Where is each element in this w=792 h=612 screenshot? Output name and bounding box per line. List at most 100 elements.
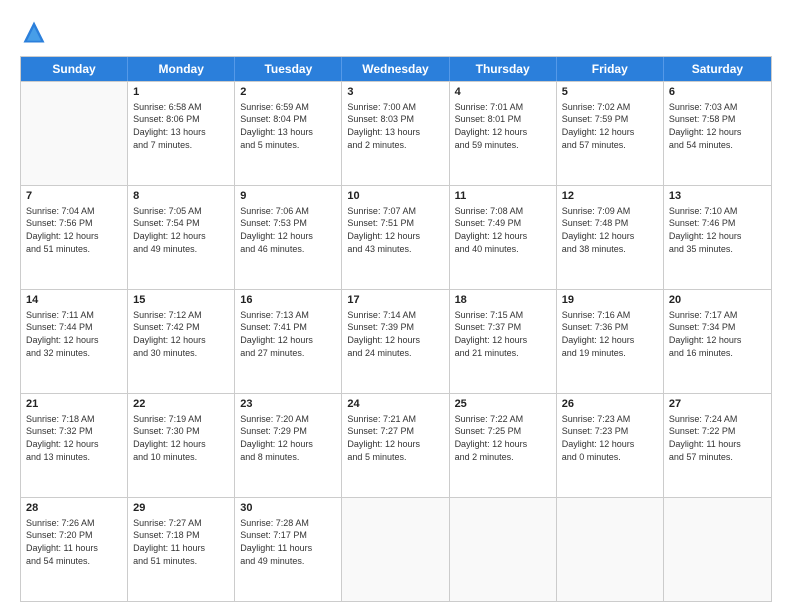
day-number: 30 bbox=[240, 501, 336, 516]
logo-icon bbox=[20, 18, 48, 46]
calendar-cell-r1c1 bbox=[21, 82, 128, 185]
cell-info: Sunrise: 7:26 AM Sunset: 7:20 PM Dayligh… bbox=[26, 517, 122, 567]
weekday-header-friday: Friday bbox=[557, 57, 664, 81]
day-number: 13 bbox=[669, 189, 766, 204]
day-number: 28 bbox=[26, 501, 122, 516]
cell-info: Sunrise: 7:23 AM Sunset: 7:23 PM Dayligh… bbox=[562, 413, 658, 463]
calendar-cell-r1c7: 6Sunrise: 7:03 AM Sunset: 7:58 PM Daylig… bbox=[664, 82, 771, 185]
calendar-cell-r2c1: 7Sunrise: 7:04 AM Sunset: 7:56 PM Daylig… bbox=[21, 186, 128, 289]
day-number: 11 bbox=[455, 189, 551, 204]
day-number: 21 bbox=[26, 397, 122, 412]
cell-info: Sunrise: 7:19 AM Sunset: 7:30 PM Dayligh… bbox=[133, 413, 229, 463]
day-number: 22 bbox=[133, 397, 229, 412]
calendar-cell-r4c4: 24Sunrise: 7:21 AM Sunset: 7:27 PM Dayli… bbox=[342, 394, 449, 497]
calendar-cell-r2c7: 13Sunrise: 7:10 AM Sunset: 7:46 PM Dayli… bbox=[664, 186, 771, 289]
cell-info: Sunrise: 7:00 AM Sunset: 8:03 PM Dayligh… bbox=[347, 101, 443, 151]
calendar-cell-r3c7: 20Sunrise: 7:17 AM Sunset: 7:34 PM Dayli… bbox=[664, 290, 771, 393]
calendar-cell-r5c1: 28Sunrise: 7:26 AM Sunset: 7:20 PM Dayli… bbox=[21, 498, 128, 601]
day-number: 9 bbox=[240, 189, 336, 204]
calendar-cell-r3c4: 17Sunrise: 7:14 AM Sunset: 7:39 PM Dayli… bbox=[342, 290, 449, 393]
cell-info: Sunrise: 7:08 AM Sunset: 7:49 PM Dayligh… bbox=[455, 205, 551, 255]
day-number: 12 bbox=[562, 189, 658, 204]
header bbox=[20, 18, 772, 46]
cell-info: Sunrise: 7:04 AM Sunset: 7:56 PM Dayligh… bbox=[26, 205, 122, 255]
weekday-header-wednesday: Wednesday bbox=[342, 57, 449, 81]
calendar-cell-r5c3: 30Sunrise: 7:28 AM Sunset: 7:17 PM Dayli… bbox=[235, 498, 342, 601]
calendar-cell-r4c3: 23Sunrise: 7:20 AM Sunset: 7:29 PM Dayli… bbox=[235, 394, 342, 497]
calendar: SundayMondayTuesdayWednesdayThursdayFrid… bbox=[20, 56, 772, 602]
cell-info: Sunrise: 7:07 AM Sunset: 7:51 PM Dayligh… bbox=[347, 205, 443, 255]
calendar-cell-r2c5: 11Sunrise: 7:08 AM Sunset: 7:49 PM Dayli… bbox=[450, 186, 557, 289]
calendar-cell-r2c4: 10Sunrise: 7:07 AM Sunset: 7:51 PM Dayli… bbox=[342, 186, 449, 289]
calendar-row-4: 21Sunrise: 7:18 AM Sunset: 7:32 PM Dayli… bbox=[21, 393, 771, 497]
weekday-header-monday: Monday bbox=[128, 57, 235, 81]
day-number: 16 bbox=[240, 293, 336, 308]
day-number: 23 bbox=[240, 397, 336, 412]
calendar-row-2: 7Sunrise: 7:04 AM Sunset: 7:56 PM Daylig… bbox=[21, 185, 771, 289]
cell-info: Sunrise: 7:20 AM Sunset: 7:29 PM Dayligh… bbox=[240, 413, 336, 463]
cell-info: Sunrise: 7:22 AM Sunset: 7:25 PM Dayligh… bbox=[455, 413, 551, 463]
day-number: 10 bbox=[347, 189, 443, 204]
cell-info: Sunrise: 7:02 AM Sunset: 7:59 PM Dayligh… bbox=[562, 101, 658, 151]
cell-info: Sunrise: 6:59 AM Sunset: 8:04 PM Dayligh… bbox=[240, 101, 336, 151]
day-number: 29 bbox=[133, 501, 229, 516]
day-number: 26 bbox=[562, 397, 658, 412]
day-number: 14 bbox=[26, 293, 122, 308]
page: SundayMondayTuesdayWednesdayThursdayFrid… bbox=[0, 0, 792, 612]
calendar-cell-r1c6: 5Sunrise: 7:02 AM Sunset: 7:59 PM Daylig… bbox=[557, 82, 664, 185]
calendar-cell-r5c4 bbox=[342, 498, 449, 601]
calendar-row-3: 14Sunrise: 7:11 AM Sunset: 7:44 PM Dayli… bbox=[21, 289, 771, 393]
cell-info: Sunrise: 7:17 AM Sunset: 7:34 PM Dayligh… bbox=[669, 309, 766, 359]
logo bbox=[20, 18, 52, 46]
day-number: 5 bbox=[562, 85, 658, 100]
calendar-cell-r4c6: 26Sunrise: 7:23 AM Sunset: 7:23 PM Dayli… bbox=[557, 394, 664, 497]
calendar-cell-r3c5: 18Sunrise: 7:15 AM Sunset: 7:37 PM Dayli… bbox=[450, 290, 557, 393]
day-number: 17 bbox=[347, 293, 443, 308]
calendar-cell-r4c5: 25Sunrise: 7:22 AM Sunset: 7:25 PM Dayli… bbox=[450, 394, 557, 497]
calendar-body: 1Sunrise: 6:58 AM Sunset: 8:06 PM Daylig… bbox=[21, 81, 771, 601]
day-number: 7 bbox=[26, 189, 122, 204]
weekday-header-saturday: Saturday bbox=[664, 57, 771, 81]
cell-info: Sunrise: 7:03 AM Sunset: 7:58 PM Dayligh… bbox=[669, 101, 766, 151]
cell-info: Sunrise: 7:16 AM Sunset: 7:36 PM Dayligh… bbox=[562, 309, 658, 359]
cell-info: Sunrise: 7:15 AM Sunset: 7:37 PM Dayligh… bbox=[455, 309, 551, 359]
cell-info: Sunrise: 7:11 AM Sunset: 7:44 PM Dayligh… bbox=[26, 309, 122, 359]
cell-info: Sunrise: 7:13 AM Sunset: 7:41 PM Dayligh… bbox=[240, 309, 336, 359]
calendar-cell-r1c2: 1Sunrise: 6:58 AM Sunset: 8:06 PM Daylig… bbox=[128, 82, 235, 185]
cell-info: Sunrise: 7:14 AM Sunset: 7:39 PM Dayligh… bbox=[347, 309, 443, 359]
cell-info: Sunrise: 7:10 AM Sunset: 7:46 PM Dayligh… bbox=[669, 205, 766, 255]
calendar-cell-r5c7 bbox=[664, 498, 771, 601]
day-number: 27 bbox=[669, 397, 766, 412]
calendar-row-5: 28Sunrise: 7:26 AM Sunset: 7:20 PM Dayli… bbox=[21, 497, 771, 601]
day-number: 15 bbox=[133, 293, 229, 308]
calendar-cell-r1c4: 3Sunrise: 7:00 AM Sunset: 8:03 PM Daylig… bbox=[342, 82, 449, 185]
cell-info: Sunrise: 7:21 AM Sunset: 7:27 PM Dayligh… bbox=[347, 413, 443, 463]
cell-info: Sunrise: 7:06 AM Sunset: 7:53 PM Dayligh… bbox=[240, 205, 336, 255]
calendar-cell-r1c3: 2Sunrise: 6:59 AM Sunset: 8:04 PM Daylig… bbox=[235, 82, 342, 185]
cell-info: Sunrise: 7:27 AM Sunset: 7:18 PM Dayligh… bbox=[133, 517, 229, 567]
day-number: 6 bbox=[669, 85, 766, 100]
calendar-cell-r2c3: 9Sunrise: 7:06 AM Sunset: 7:53 PM Daylig… bbox=[235, 186, 342, 289]
calendar-cell-r5c6 bbox=[557, 498, 664, 601]
day-number: 8 bbox=[133, 189, 229, 204]
cell-info: Sunrise: 7:12 AM Sunset: 7:42 PM Dayligh… bbox=[133, 309, 229, 359]
day-number: 24 bbox=[347, 397, 443, 412]
calendar-cell-r3c3: 16Sunrise: 7:13 AM Sunset: 7:41 PM Dayli… bbox=[235, 290, 342, 393]
calendar-cell-r4c7: 27Sunrise: 7:24 AM Sunset: 7:22 PM Dayli… bbox=[664, 394, 771, 497]
calendar-cell-r2c2: 8Sunrise: 7:05 AM Sunset: 7:54 PM Daylig… bbox=[128, 186, 235, 289]
weekday-header-thursday: Thursday bbox=[450, 57, 557, 81]
cell-info: Sunrise: 7:24 AM Sunset: 7:22 PM Dayligh… bbox=[669, 413, 766, 463]
calendar-cell-r3c6: 19Sunrise: 7:16 AM Sunset: 7:36 PM Dayli… bbox=[557, 290, 664, 393]
cell-info: Sunrise: 7:05 AM Sunset: 7:54 PM Dayligh… bbox=[133, 205, 229, 255]
calendar-cell-r3c1: 14Sunrise: 7:11 AM Sunset: 7:44 PM Dayli… bbox=[21, 290, 128, 393]
day-number: 25 bbox=[455, 397, 551, 412]
day-number: 18 bbox=[455, 293, 551, 308]
calendar-cell-r2c6: 12Sunrise: 7:09 AM Sunset: 7:48 PM Dayli… bbox=[557, 186, 664, 289]
day-number: 4 bbox=[455, 85, 551, 100]
calendar-cell-r3c2: 15Sunrise: 7:12 AM Sunset: 7:42 PM Dayli… bbox=[128, 290, 235, 393]
cell-info: Sunrise: 7:28 AM Sunset: 7:17 PM Dayligh… bbox=[240, 517, 336, 567]
calendar-cell-r5c2: 29Sunrise: 7:27 AM Sunset: 7:18 PM Dayli… bbox=[128, 498, 235, 601]
day-number: 19 bbox=[562, 293, 658, 308]
cell-info: Sunrise: 7:01 AM Sunset: 8:01 PM Dayligh… bbox=[455, 101, 551, 151]
calendar-cell-r5c5 bbox=[450, 498, 557, 601]
